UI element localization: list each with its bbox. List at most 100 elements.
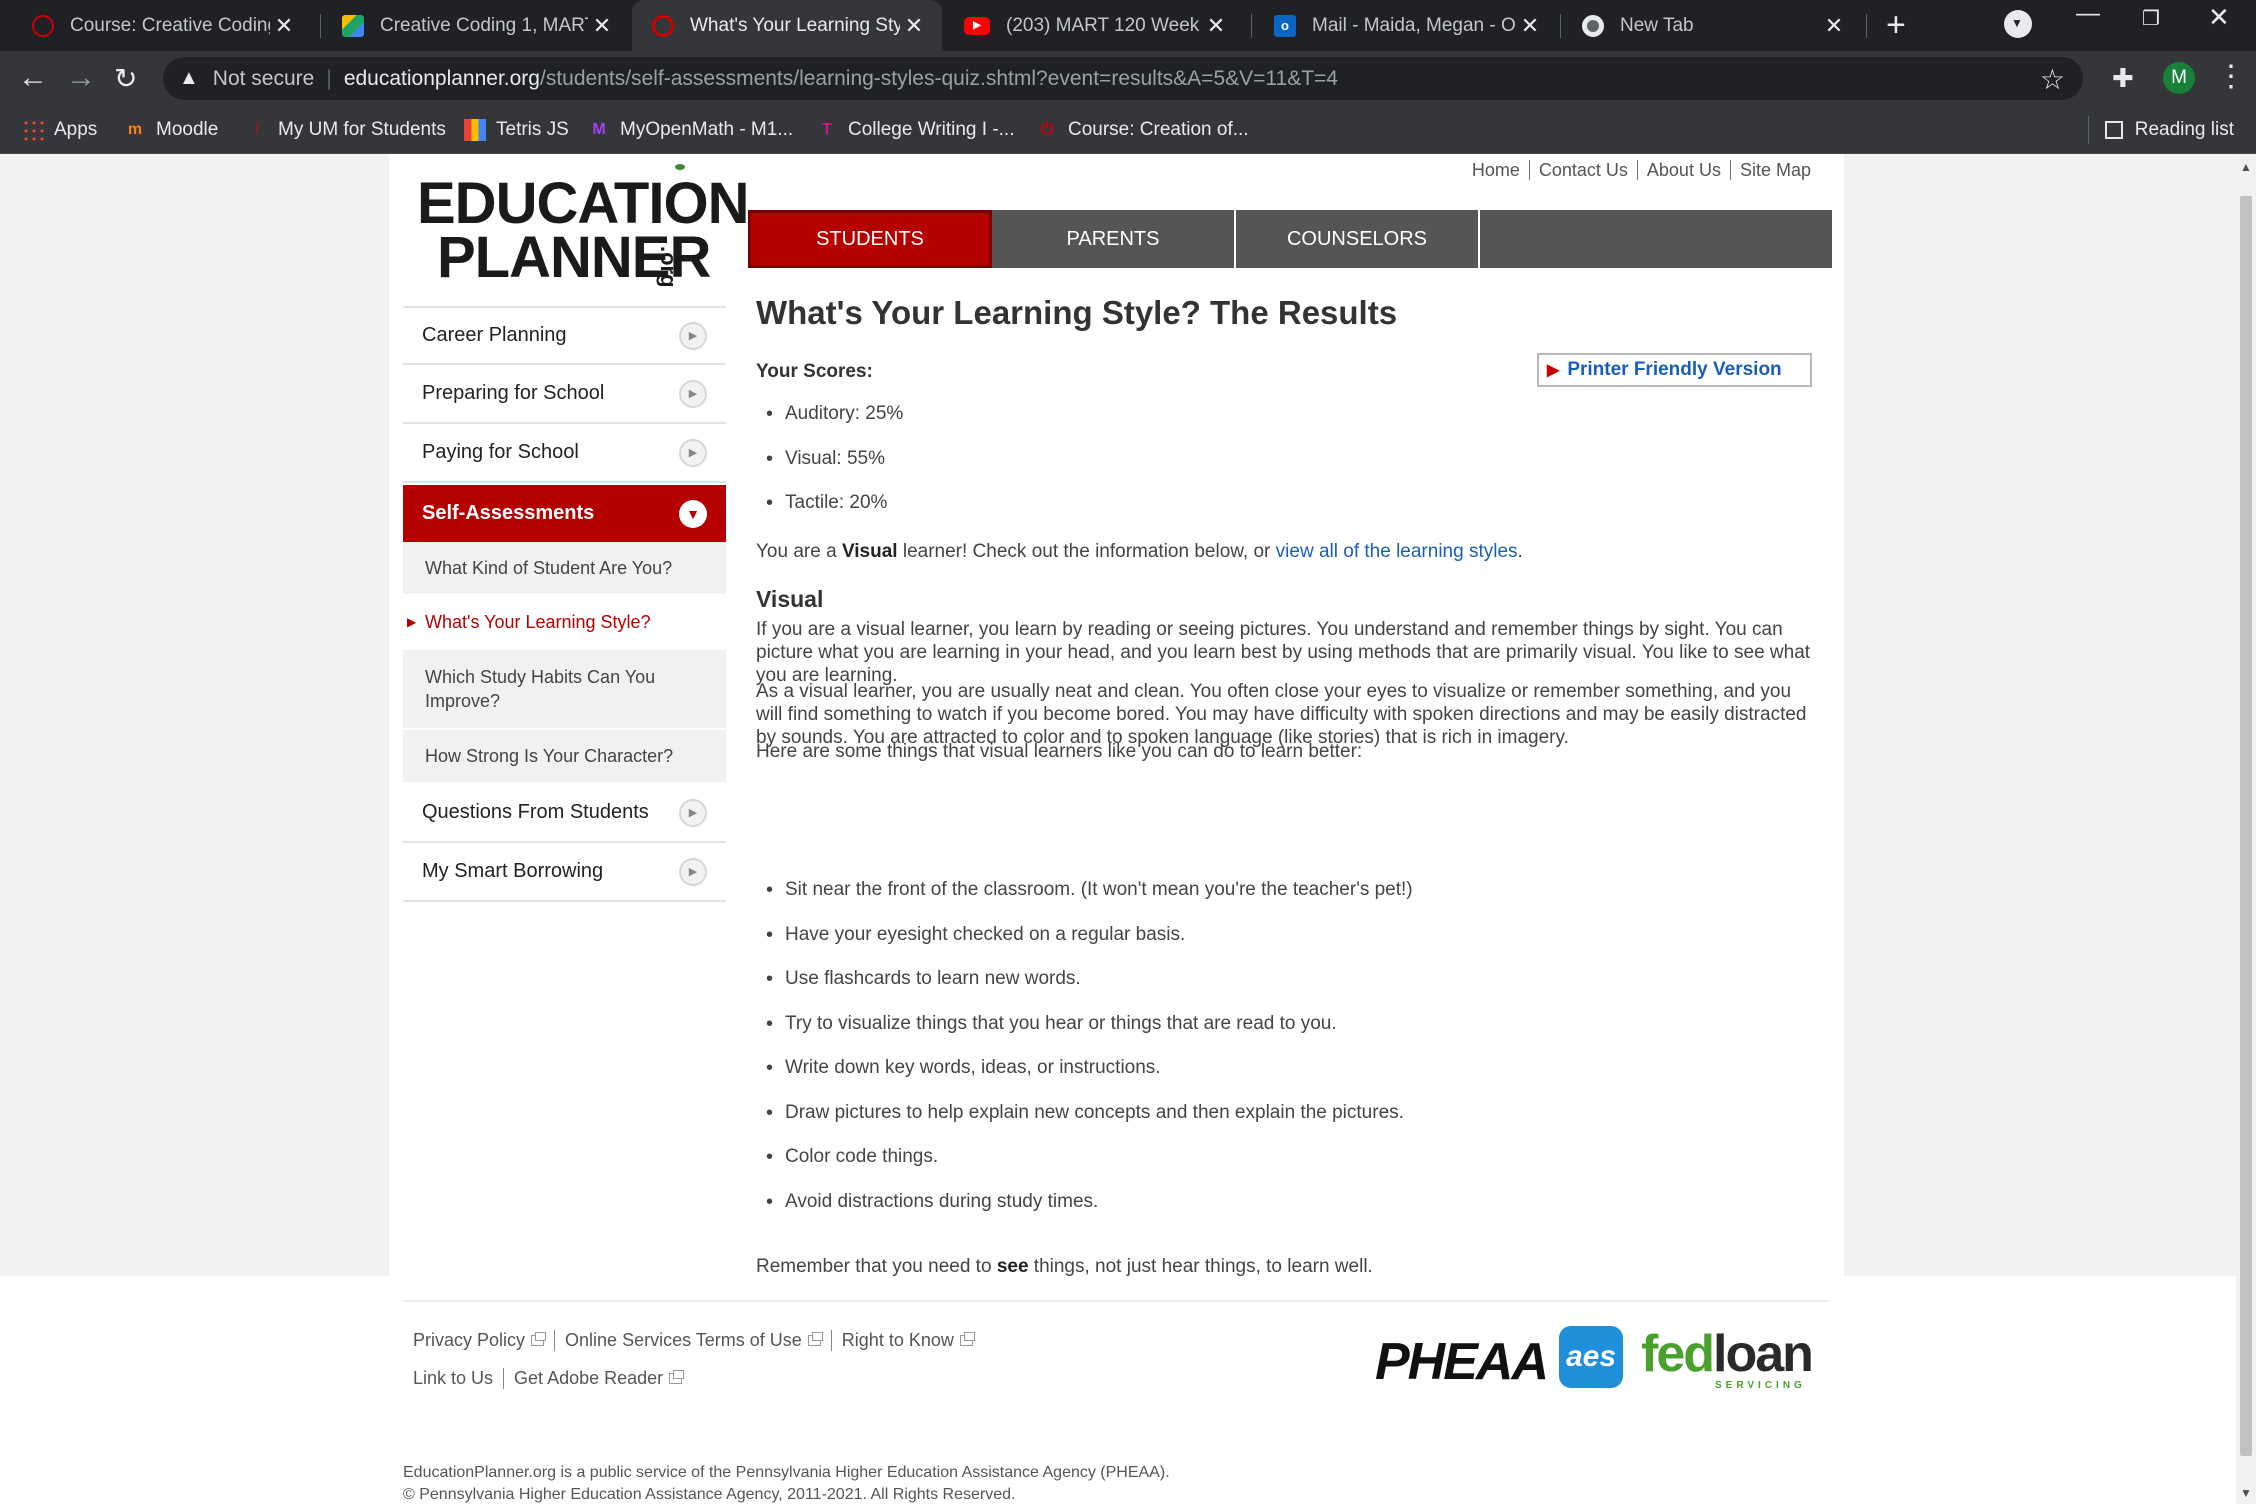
sidebar-item-paying-for-school[interactable]: Paying for School ▶ xyxy=(403,424,726,483)
tab-separator xyxy=(320,14,321,38)
fedloan-servicing-text: SERVICING xyxy=(1715,1380,1806,1391)
bookmark-moodle[interactable]: m Moodle xyxy=(124,106,218,154)
restore-button[interactable]: ❐ xyxy=(2142,6,2160,31)
audience-nav: STUDENTS PARENTS COUNSELORS xyxy=(748,210,1832,268)
tab-parents[interactable]: PARENTS xyxy=(992,210,1236,268)
footer-links-row-1: Privacy Policy Online Services Terms of … xyxy=(413,1330,983,1351)
sidebar-item-label: Paying for School xyxy=(422,441,579,463)
sidebar-item-preparing-for-school[interactable]: Preparing for School ▶ xyxy=(403,365,726,424)
external-window-icon xyxy=(531,1332,547,1346)
sidebar-item-questions-from-students[interactable]: Questions From Students ▶ xyxy=(403,784,726,843)
bookmark-course-creation[interactable]: ⏻ Course: Creation of... xyxy=(1036,106,1249,154)
tab-youtube[interactable]: ▶ (203) MART 120 Week 2 - Y ✕ xyxy=(944,0,1244,51)
close-icon[interactable]: ✕ xyxy=(900,13,928,39)
tab-new-tab[interactable]: New Tab ✕ xyxy=(1562,0,1862,51)
tab-search-button[interactable]: ▼ xyxy=(2004,10,2032,38)
bookmark-label: Course: Creation of... xyxy=(1068,119,1249,140)
sidebar-item-label: Career Planning xyxy=(422,324,567,346)
um-icon: / xyxy=(254,121,260,138)
bookmark-college-writing[interactable]: T College Writing I -... xyxy=(816,106,1014,154)
sidebar-item-career-planning[interactable]: Career Planning ▶ xyxy=(403,306,726,365)
close-icon[interactable]: ✕ xyxy=(1516,13,1544,39)
page-viewport: Home Contact Us About Us Site Map EDUCAT… xyxy=(0,154,2236,1504)
education-planner-logo[interactable]: EDUCATION PLANNER .org xyxy=(417,164,749,294)
url-path[interactable]: /students/self-assessments/learning-styl… xyxy=(540,67,1338,91)
tab-creative-coding-doc[interactable]: Creative Coding 1, MART 1 ✕ xyxy=(322,0,630,51)
star-icon[interactable]: ☆ xyxy=(2040,63,2065,96)
terms-of-use-link[interactable]: Online Services Terms of Use xyxy=(554,1330,831,1351)
list-item: Use flashcards to learn new words. xyxy=(756,969,1413,1014)
google-drive-icon xyxy=(342,14,364,37)
close-icon[interactable]: ✕ xyxy=(588,13,616,39)
minimize-button[interactable]: — xyxy=(2076,0,2100,28)
site-map-link[interactable]: Site Map xyxy=(1729,160,1820,180)
bookmark-label: Tetris JS xyxy=(496,119,569,140)
fedloan-logo[interactable]: fedloan xyxy=(1641,1324,1814,1384)
chevron-right-icon: ▶ xyxy=(679,321,707,350)
sidebar-subitem-student-type[interactable]: What Kind of Student Are You? xyxy=(403,542,726,596)
tips-intro: Here are some things that visual learner… xyxy=(756,741,1363,762)
privacy-policy-link[interactable]: Privacy Policy xyxy=(413,1330,554,1351)
sidebar-item-my-smart-borrowing[interactable]: My Smart Borrowing ▶ xyxy=(403,843,726,902)
close-icon[interactable]: ✕ xyxy=(270,13,298,39)
forward-button[interactable]: → xyxy=(66,61,96,95)
close-icon[interactable]: ✕ xyxy=(1820,13,1848,39)
view-all-learning-styles-link[interactable]: view all of the learning styles xyxy=(1276,541,1518,562)
pheaa-logo[interactable]: PHEAA xyxy=(1375,1332,1549,1392)
address-bar[interactable]: ▲ Not secure | educationplanner.org /stu… xyxy=(163,57,2083,100)
home-link[interactable]: Home xyxy=(1463,160,1529,180)
scroll-down-arrow-icon[interactable]: ▼ xyxy=(2240,1486,2252,1500)
scroll-up-arrow-icon[interactable]: ▲ xyxy=(2240,160,2252,174)
sidebar-subitem-learning-style[interactable]: What's Your Learning Style? xyxy=(403,596,726,650)
score-auditory: Auditory: 25% xyxy=(756,404,903,449)
close-icon[interactable]: ✕ xyxy=(1202,13,1230,39)
link-to-us-link[interactable]: Link to Us xyxy=(413,1368,503,1389)
footer-link-label: Privacy Policy xyxy=(413,1330,526,1350)
chevron-right-icon: ▶ xyxy=(679,438,707,467)
scores-list: Auditory: 25% Visual: 55% Tactile: 20% xyxy=(756,404,903,538)
printer-friendly-button[interactable]: ▶ Printer Friendly Version xyxy=(1537,353,1812,387)
bookmark-tetris[interactable]: Tetris JS xyxy=(464,106,569,154)
sidebar-item-label: Self-Assessments xyxy=(422,502,595,524)
warning-triangle-icon[interactable]: ▲ xyxy=(179,67,199,90)
back-button[interactable]: ← xyxy=(18,61,48,95)
sidebar-subitem-study-habits[interactable]: Which Study Habits Can You Improve? xyxy=(403,650,726,730)
get-adobe-reader-link[interactable]: Get Adobe Reader xyxy=(503,1368,692,1389)
bookmark-apps[interactable]: Apps xyxy=(22,106,97,154)
reload-button[interactable]: ↻ xyxy=(114,62,137,95)
outlook-icon: o xyxy=(1274,14,1296,37)
kebab-menu-icon[interactable]: ⋮ xyxy=(2216,59,2246,94)
tab-title: New Tab xyxy=(1620,14,1694,36)
page-title: What's Your Learning Style? The Results xyxy=(756,294,1398,331)
security-label[interactable]: Not secure xyxy=(213,67,315,91)
sidebar-item-self-assessments[interactable]: Self-Assessments ▼ xyxy=(403,485,726,542)
page-container: Home Contact Us About Us Site Map EDUCAT… xyxy=(389,154,1844,1504)
bookmark-label: Moodle xyxy=(156,119,219,140)
tab-title: What's Your Learning Style xyxy=(690,14,900,36)
about-us-link[interactable]: About Us xyxy=(1636,160,1730,180)
right-to-know-link[interactable]: Right to Know xyxy=(830,1330,983,1351)
vertical-scrollbar[interactable]: ▲ ▼ xyxy=(2236,154,2256,1504)
tab-students[interactable]: STUDENTS xyxy=(748,210,992,268)
reading-list-button[interactable]: Reading list xyxy=(2104,106,2234,154)
sidebar-subitem-character[interactable]: How Strong Is Your Character? xyxy=(403,730,726,784)
tab-learning-style[interactable]: What's Your Learning Style ✕ xyxy=(632,0,942,51)
tab-outlook-mail[interactable]: o Mail - Maida, Megan - Outl ✕ xyxy=(1254,0,1558,51)
bookmark-myopenmath[interactable]: M MyOpenMath - M1... xyxy=(588,106,793,154)
tab-title: Creative Coding 1, MART 1 xyxy=(380,14,588,36)
external-window-icon xyxy=(959,1332,975,1346)
new-tab-button[interactable]: + xyxy=(1886,6,1906,45)
chevron-down-icon: ▼ xyxy=(679,499,707,528)
close-window-button[interactable]: ✕ xyxy=(2208,2,2230,33)
extensions-puzzle-icon[interactable]: ✚ xyxy=(2112,63,2134,94)
bookmark-my-um[interactable]: / My UM for Students xyxy=(246,106,446,154)
aes-logo[interactable]: aes xyxy=(1559,1326,1623,1388)
tab-counselors[interactable]: COUNSELORS xyxy=(1236,210,1480,268)
contact-us-link[interactable]: Contact Us xyxy=(1528,160,1637,180)
tab-creative-coding-course[interactable]: Course: Creative Coding I ( ✕ xyxy=(12,0,312,51)
youtube-icon: ▶ xyxy=(964,16,990,35)
footer-link-label: Right to Know xyxy=(841,1330,954,1350)
url-host[interactable]: educationplanner.org xyxy=(344,67,540,91)
scroll-thumb[interactable] xyxy=(2240,196,2252,1456)
avatar[interactable]: M xyxy=(2163,62,2195,94)
